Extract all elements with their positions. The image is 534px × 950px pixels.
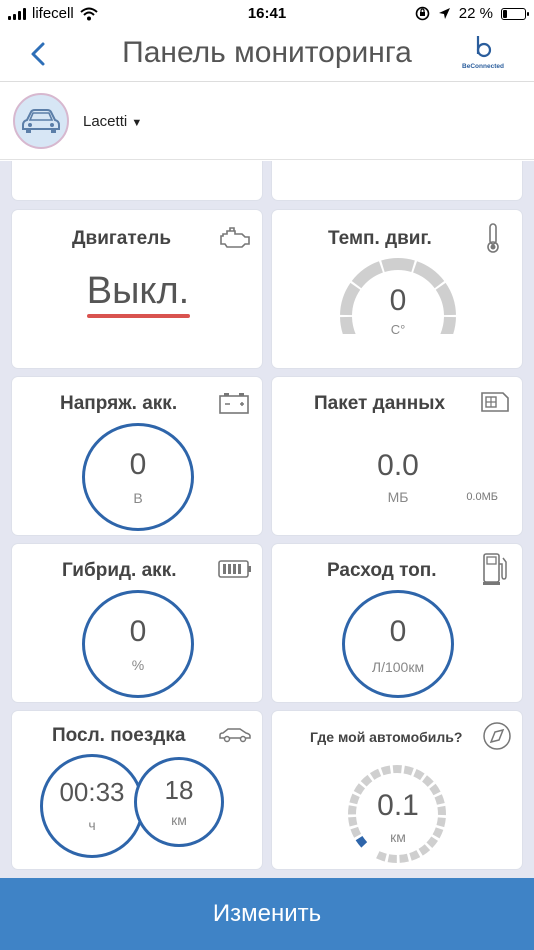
engine-temp-value: 0 [389, 284, 407, 317]
brand-logo: BeConnected [460, 34, 506, 70]
battery-voltage-value: 0 [129, 448, 147, 481]
car-battery-icon [219, 393, 249, 414]
engine-status-value: Выкл. [86, 270, 190, 312]
hybrid-battery-unit: % [131, 657, 145, 673]
trip-distance-ring: 18 км [134, 757, 224, 847]
trip-duration-ring: 00:33 ч [40, 754, 144, 858]
temperature-gauge-segment [351, 261, 384, 289]
distance-gauge-segment [369, 768, 382, 780]
car-side-icon [219, 728, 251, 743]
tile-engine-temp-title: Темп. двиг. [328, 228, 432, 249]
battery-icon [501, 7, 529, 20]
tile-car-location-title: Где мой автомобиль? [310, 729, 463, 745]
compass-icon[interactable] [482, 721, 512, 751]
fuel-consumption-unit: Л/100км [371, 659, 425, 675]
edit-button[interactable]: Изменить [0, 878, 534, 950]
sim-card-icon [481, 392, 509, 412]
distance-gauge-segment [387, 854, 397, 863]
status-bar: lifecell 16:41 22 % [0, 0, 534, 30]
tile-engine[interactable]: Двигатель Выкл. [11, 209, 263, 369]
distance-gauge-segment [376, 851, 387, 862]
orientation-lock-icon [415, 6, 430, 21]
trip-distance-unit: км [171, 812, 187, 828]
tile-partial-left[interactable] [11, 161, 263, 201]
tile-engine-title: Двигатель [72, 228, 171, 249]
tile-last-trip[interactable]: Посл. поездка 00:33 ч 18 км [11, 710, 263, 870]
trip-distance-value: 18 [164, 775, 194, 805]
fuel-consumption-value: 0 [389, 615, 407, 648]
hybrid-battery-ring: 0 % [82, 590, 194, 698]
data-package-value: 0.0 [377, 449, 419, 482]
tile-fuel-consumption-title: Расход топ. [327, 560, 437, 581]
car-dropdown[interactable]: Lacetti ▼ [83, 113, 142, 130]
car-location-value: 0.1 [377, 789, 419, 822]
tile-hybrid-battery[interactable]: Гибрид. акк. 0 % [11, 543, 263, 703]
battery-voltage-ring: 0 В [82, 423, 194, 531]
tile-data-package[interactable]: Пакет данных 0.0 МБ 0.0МБ [271, 376, 523, 536]
distance-gauge-segment [418, 844, 431, 856]
tile-battery-voltage[interactable]: Напряж. акк. 0 В [11, 376, 263, 536]
distance-gauge-segment [422, 775, 434, 787]
temperature-gauge-segment [412, 261, 445, 289]
dashboard-grid: Двигатель Выкл. Темп. двиг. 0 C° Напряж.… [0, 161, 534, 878]
tile-partial-right[interactable] [271, 161, 523, 201]
brand-name: BeConnected [462, 63, 504, 70]
page-title: Панель мониторинга [122, 36, 412, 69]
brand-logo-icon [476, 36, 492, 58]
tile-data-package-title: Пакет данных [314, 393, 446, 414]
tile-car-location[interactable]: Где мой автомобиль? 0.1 км [271, 710, 523, 870]
car-name-label: Lacetti [83, 113, 128, 130]
tile-engine-temp[interactable]: Темп. двиг. 0 C° [271, 209, 523, 369]
car-selector-bar: Lacetti ▼ [0, 83, 534, 160]
tile-battery-voltage-title: Напряж. акк. [60, 393, 178, 414]
fuel-pump-icon [483, 553, 507, 585]
thermometer-icon [487, 223, 499, 253]
trip-duration-value: 00:33 [59, 777, 125, 807]
hybrid-battery-icon [218, 560, 251, 578]
nav-bar: Панель мониторинга BeConnected [0, 30, 534, 82]
battery-percent: 22 % [458, 5, 493, 22]
tile-hybrid-battery-title: Гибрид. акк. [62, 560, 177, 581]
temperature-gauge-segment [381, 258, 415, 273]
trip-duration-unit: ч [88, 817, 96, 833]
distance-gauge-segment [399, 853, 409, 863]
location-arrow-icon [438, 8, 450, 19]
distance-gauge-segment [380, 765, 392, 776]
tile-fuel-consumption[interactable]: Расход топ. 0 Л/100км [271, 543, 523, 703]
distance-gauge-segment [360, 774, 373, 787]
distance-gauge-segment [413, 769, 425, 781]
tile-last-trip-title: Посл. поездка [52, 725, 186, 746]
car-avatar[interactable] [13, 93, 69, 149]
engine-temp-unit: C° [390, 322, 406, 337]
distance-gauge-segment [409, 850, 421, 861]
battery-voltage-unit: В [133, 490, 143, 506]
hybrid-battery-value: 0 [129, 615, 147, 648]
fuel-consumption-ring: 0 Л/100км [342, 590, 454, 698]
engine-icon [220, 227, 250, 248]
car-location-unit: км [390, 829, 406, 845]
engine-status-underline [87, 314, 190, 318]
caret-down-icon: ▼ [131, 117, 143, 129]
data-package-secondary: 0.0МБ [466, 491, 498, 503]
distance-gauge-segment [403, 765, 414, 776]
car-icon [22, 109, 60, 133]
battery-fill [503, 9, 507, 18]
